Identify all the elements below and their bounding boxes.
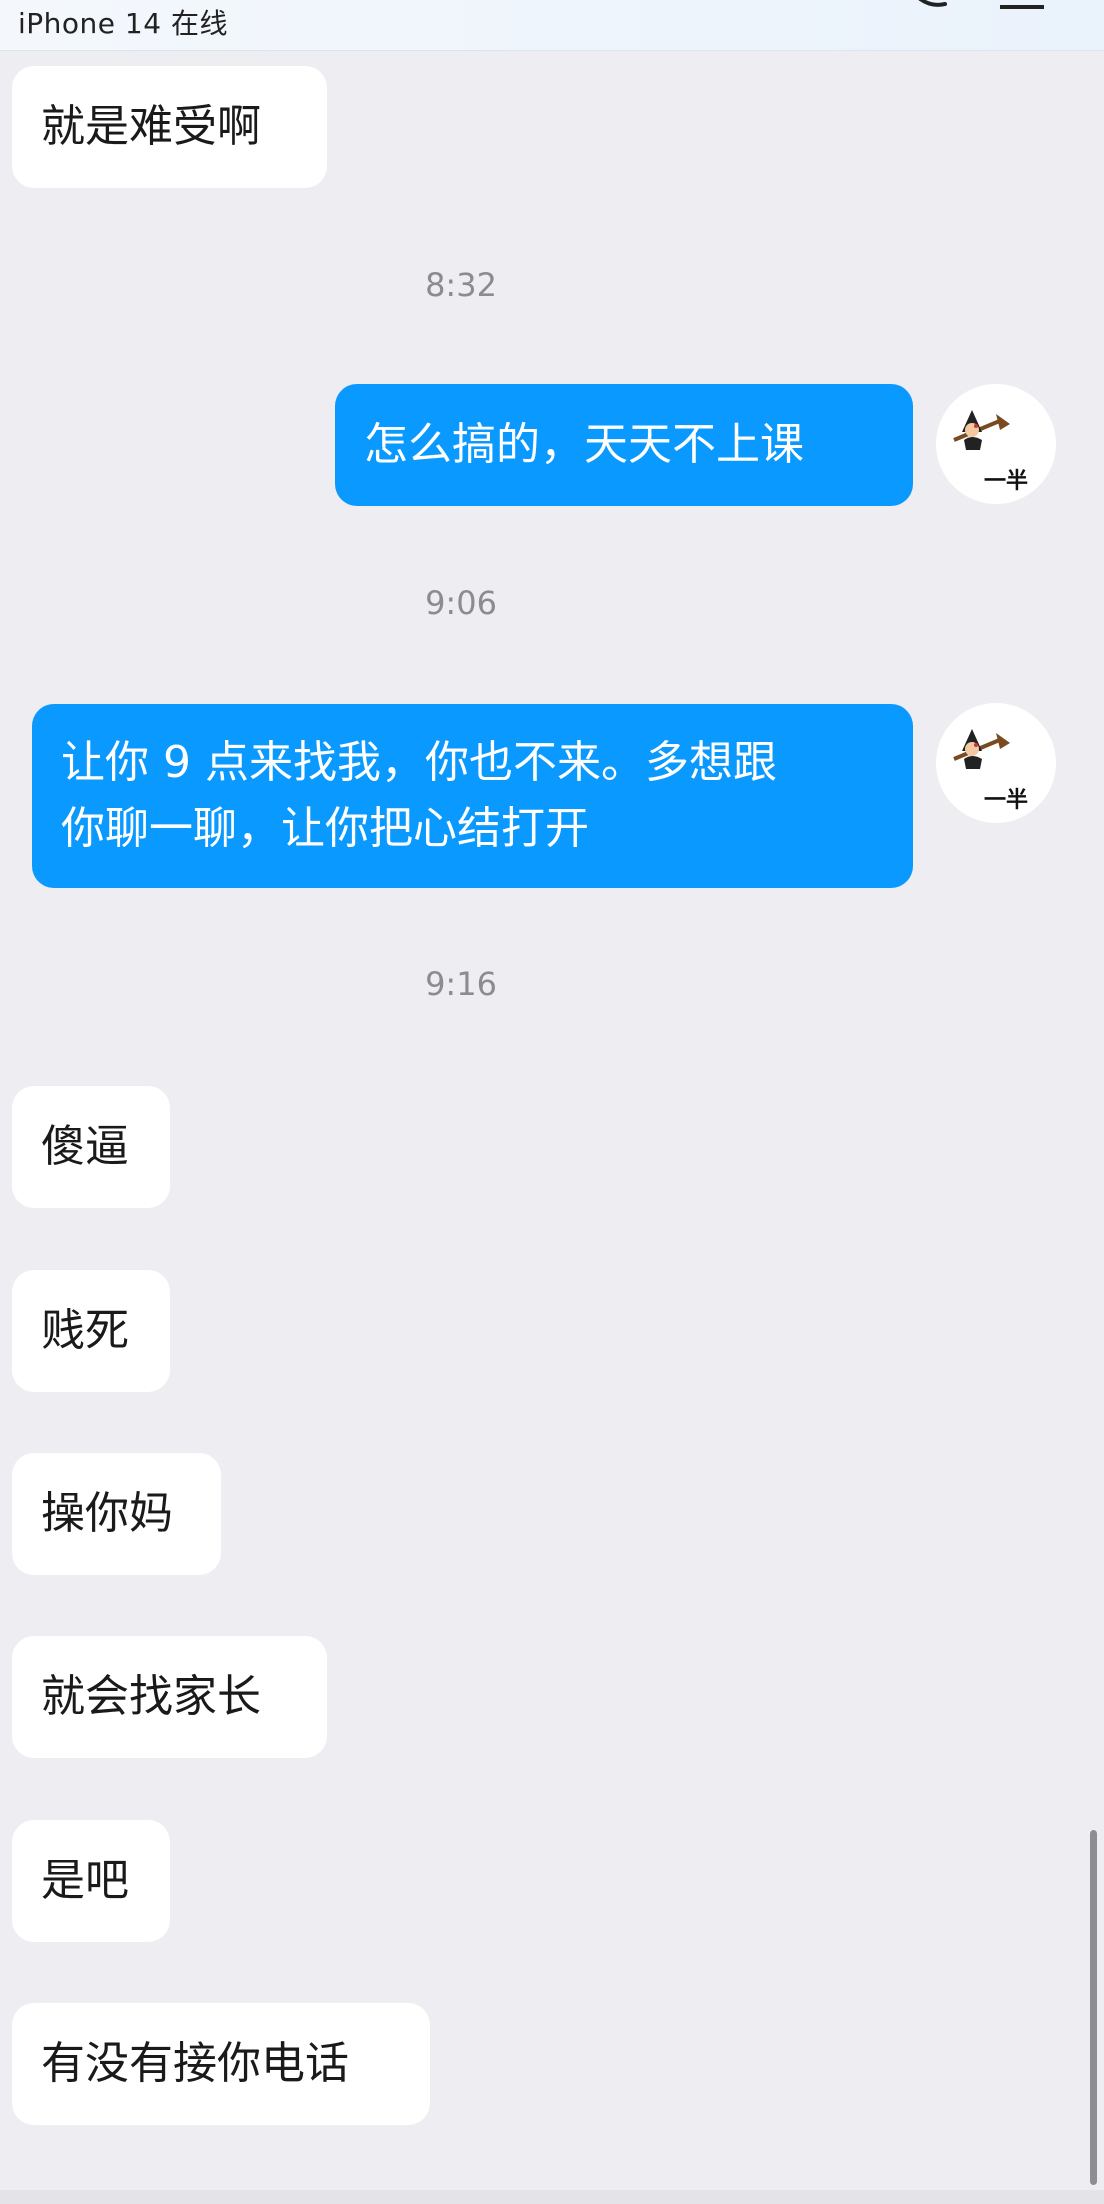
incoming-message[interactable]: 就会找家长 — [12, 1636, 327, 1758]
timestamp: 9:06 — [425, 584, 497, 622]
phone-icon[interactable] — [905, 0, 951, 8]
message-text: 是吧 — [41, 1855, 129, 1906]
timestamp: 8:32 — [425, 266, 497, 304]
scrollbar[interactable] — [1090, 1830, 1097, 2185]
incoming-message[interactable]: 就是难受啊 — [12, 66, 327, 188]
avatar-label: 一半 — [984, 469, 1029, 494]
bottom-divider — [0, 2190, 1104, 2204]
message-text: 操你妈 — [41, 1488, 173, 1539]
message-text: 贱死 — [41, 1305, 129, 1356]
incoming-message[interactable]: 是吧 — [12, 1820, 170, 1942]
message-text-line: 你聊一聊，让你把心结打开 — [61, 803, 589, 854]
incoming-message[interactable]: 傻逼 — [12, 1086, 170, 1208]
chat-screen: iPhone 14 在线 就是难受啊 8:32 怎么搞的，天天不上课 一半 9:… — [0, 0, 1104, 2204]
message-text-line: 让你 9 点来找我，你也不来。多想跟 — [61, 737, 777, 788]
message-text: 傻逼 — [41, 1121, 129, 1172]
avatar-label: 一半 — [984, 788, 1029, 813]
outgoing-message[interactable]: 怎么搞的，天天不上课 — [335, 384, 913, 506]
menu-icon[interactable] — [998, 0, 1046, 10]
timestamp: 9:16 — [425, 965, 497, 1003]
message-text: 就是难受啊 — [41, 101, 261, 152]
outgoing-message[interactable]: 让你 9 点来找我，你也不来。多想跟 你聊一聊，让你把心结打开 — [32, 704, 913, 888]
chat-header: iPhone 14 在线 — [0, 0, 1104, 51]
user-avatar[interactable]: 一半 — [936, 384, 1056, 504]
message-text: 有没有接你电话 — [41, 2038, 349, 2089]
message-text: 就会找家长 — [41, 1671, 261, 1722]
online-status: iPhone 14 在线 — [18, 7, 228, 40]
message-text: 怎么搞的，天天不上课 — [364, 419, 804, 470]
incoming-message[interactable]: 操你妈 — [12, 1453, 221, 1575]
incoming-message[interactable]: 贱死 — [12, 1270, 170, 1392]
incoming-message[interactable]: 有没有接你电话 — [12, 2003, 430, 2125]
user-avatar[interactable]: 一半 — [936, 703, 1056, 823]
